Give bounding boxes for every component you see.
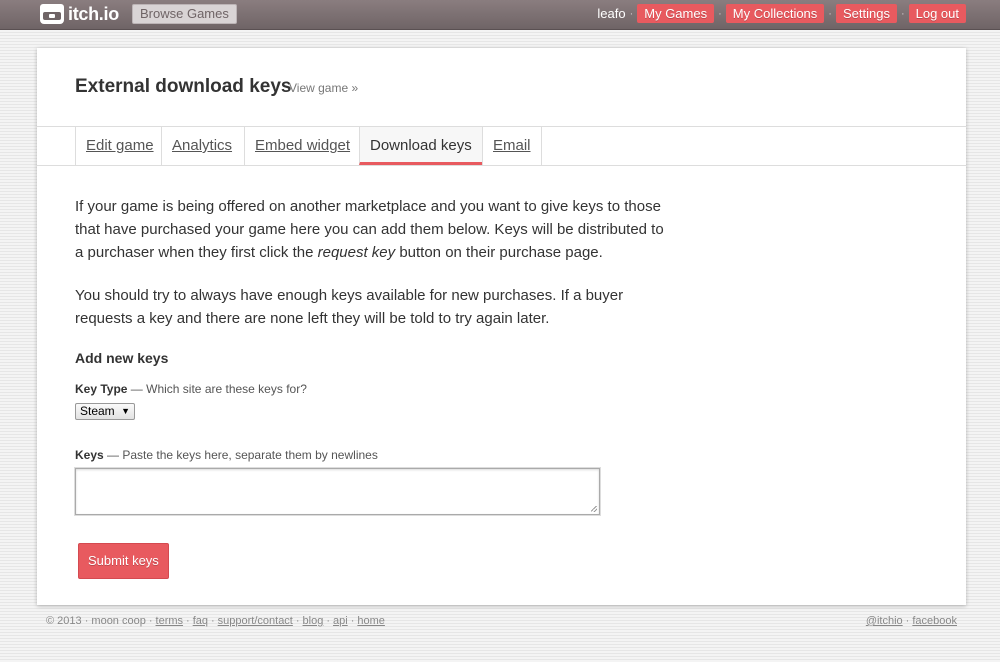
resize-handle-icon[interactable] <box>591 506 597 512</box>
dropdown-arrow-icon: ▼ <box>121 404 130 419</box>
request-key-emphasis: request key <box>318 244 396 261</box>
nav-separator: · <box>718 8 722 20</box>
footer-link-api[interactable]: api <box>333 615 348 627</box>
tab-email[interactable]: Email <box>482 127 542 165</box>
footer-left: © 2013 · moon coop ·terms ·faq ·support/… <box>46 615 385 627</box>
username-link[interactable]: leafo <box>597 6 625 21</box>
my-games-button[interactable]: My Games <box>637 4 714 23</box>
user-nav: leafo · My Games · My Collections · Sett… <box>597 4 966 23</box>
itchio-logo[interactable]: itch.io <box>40 3 119 25</box>
intro-paragraph-1: If your game is being offered on another… <box>75 195 675 264</box>
add-new-keys-heading: Add new keys <box>75 350 168 366</box>
keys-label: Keys — Paste the keys here, separate the… <box>75 448 378 462</box>
footer-right: @itchio · facebook <box>866 615 957 627</box>
tab-embed-widget[interactable]: Embed widget <box>244 127 360 165</box>
footer-link-faq[interactable]: faq <box>193 615 208 627</box>
browse-games-button[interactable]: Browse Games <box>132 4 237 24</box>
key-type-select[interactable]: Steam ▼ <box>75 403 135 420</box>
copyright-text: © 2013 · moon coop <box>46 615 146 627</box>
settings-button[interactable]: Settings <box>836 4 897 23</box>
footer-link-blog[interactable]: blog <box>303 615 324 627</box>
key-type-selected-value: Steam <box>80 404 115 418</box>
keys-textarea[interactable] <box>75 468 600 515</box>
footer-link-facebook[interactable]: facebook <box>912 615 957 627</box>
top-bar: itch.io Browse Games leafo · My Games · … <box>0 0 1000 30</box>
main-card: External download keys View game » Edit … <box>37 48 966 605</box>
nav-separator: · <box>901 8 905 20</box>
tab-analytics[interactable]: Analytics <box>161 127 242 165</box>
itchio-logo-icon <box>40 4 64 24</box>
page-title: External download keys <box>75 76 291 98</box>
log-out-button[interactable]: Log out <box>909 4 966 23</box>
footer-link-home[interactable]: home <box>357 615 385 627</box>
tab-edit-game[interactable]: Edit game <box>75 127 164 165</box>
nav-separator: · <box>828 8 832 20</box>
submit-keys-button[interactable]: Submit keys <box>78 543 169 579</box>
logo-text: itch.io <box>68 4 119 25</box>
my-collections-button[interactable]: My Collections <box>726 4 825 23</box>
intro-paragraph-2: You should try to always have enough key… <box>75 284 675 330</box>
key-type-label: Key Type — Which site are these keys for… <box>75 382 307 396</box>
footer-link-terms[interactable]: terms <box>156 615 184 627</box>
tab-bar: Edit game Analytics Embed widget Downloa… <box>37 126 966 166</box>
footer-link-support[interactable]: support/contact <box>218 615 293 627</box>
tab-download-keys[interactable]: Download keys <box>359 127 483 165</box>
footer-link-twitter[interactable]: @itchio <box>866 615 903 627</box>
view-game-link[interactable]: View game » <box>289 81 358 95</box>
nav-separator: · <box>630 8 634 20</box>
